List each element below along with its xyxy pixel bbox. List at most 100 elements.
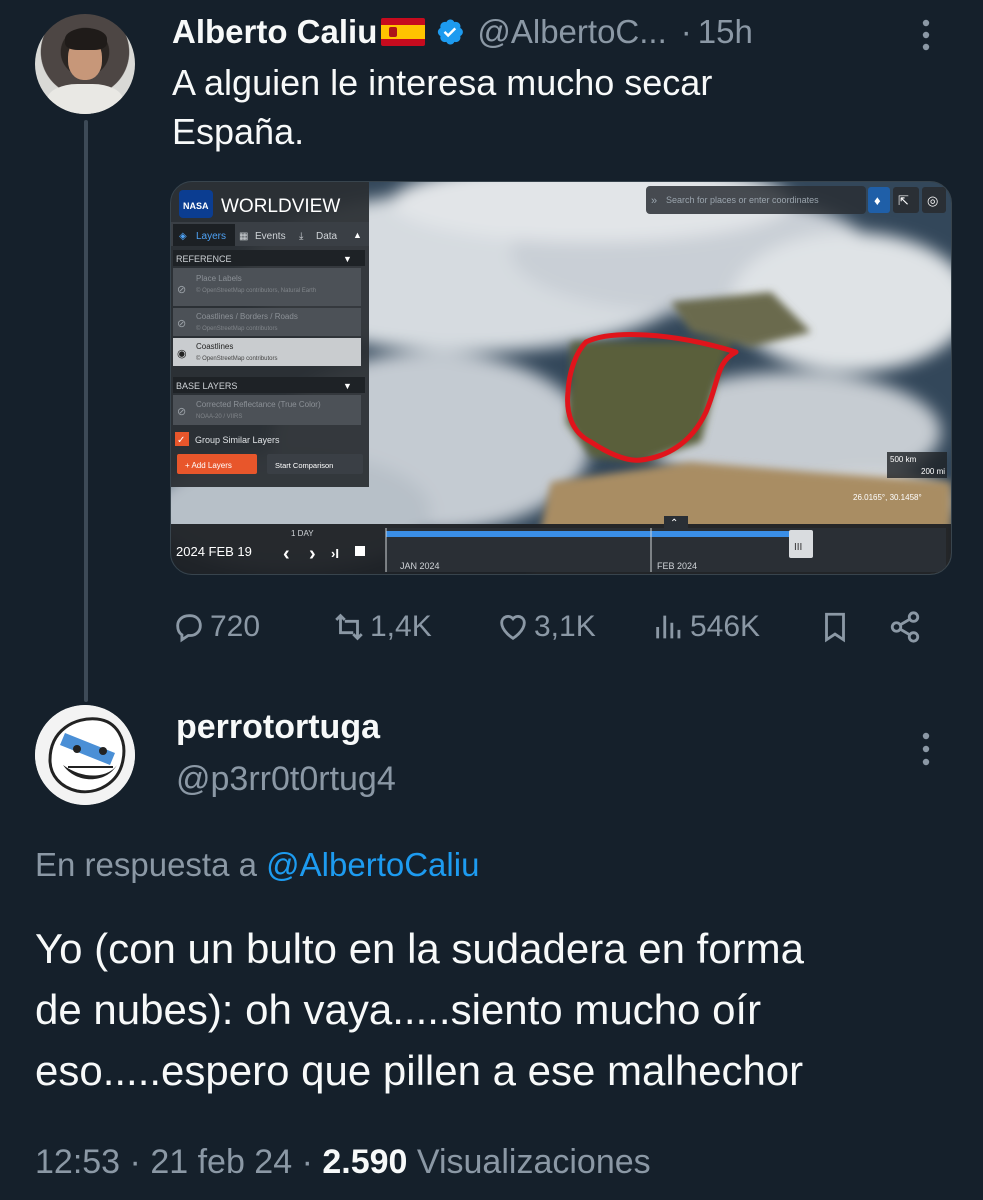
worldview-title: WORLDVIEW [221, 196, 340, 217]
reply-views-count: 2.590 [322, 1143, 408, 1181]
month-label-feb: FEB 2024 [657, 561, 697, 571]
download-icon: ⤓ [299, 231, 304, 242]
layer-source: © OpenStreetMap contributors, Natural Ea… [196, 287, 316, 294]
reply-metadata: 12:53 · 21 feb 24 · 2.590 Visualizacione… [35, 1143, 651, 1182]
reply-text-line: Yo (con un bulto en la sudadera en forma [35, 925, 804, 972]
verified-badge-icon[interactable] [435, 17, 465, 47]
like-count: 3,1K [534, 610, 596, 643]
search-placeholder: Search for places or enter coordinates [666, 195, 819, 205]
month-label-jan: JAN 2024 [400, 561, 440, 571]
reply-count: 720 [210, 610, 261, 643]
meta-separator: · [129, 1143, 141, 1181]
current-date[interactable]: 2024 FEB 19 [176, 544, 252, 559]
layer-item[interactable]: ⊘ Place Labels © OpenStreetMap contribut… [173, 268, 361, 306]
hidden-eye-icon[interactable]: ⊘ [177, 318, 186, 330]
layer-name: Coastlines [196, 342, 233, 351]
animation-camera-icon[interactable] [355, 546, 365, 556]
reference-heading: REFERENCE [176, 254, 232, 264]
tweet-time[interactable]: 15h [698, 13, 753, 51]
layer-item[interactable]: ◉ Coastlines © OpenStreetMap contributor… [173, 338, 361, 366]
tweet-text-line: A alguien le interesa mucho secar [172, 62, 713, 103]
author-handle[interactable]: @AlbertoC... [477, 13, 666, 51]
reply-context: En respuesta a @AlbertoCaliu [35, 846, 479, 884]
more-options-icon[interactable] [914, 730, 938, 768]
timeline-interval: 1 DAY [291, 529, 314, 538]
author-name[interactable]: Alberto Caliu [172, 13, 377, 51]
layer-name: Coastlines / Borders / Roads [196, 312, 298, 321]
views-chart-icon [656, 615, 681, 639]
search-chevron-icon: » [651, 195, 657, 207]
scale-km: 500 km [890, 455, 917, 464]
bookmark-icon [825, 612, 845, 643]
chevron-up-icon: ⌃ [670, 518, 678, 529]
next-day-icon[interactable]: › [309, 543, 316, 565]
base-dropdown-icon[interactable]: ▼ [343, 381, 352, 391]
base-heading: BASE LAYERS [176, 381, 237, 391]
author-avatar[interactable] [35, 14, 135, 114]
reply-time[interactable]: 12:53 [35, 1143, 120, 1181]
reply-text: Yo (con un bulto en la sudadera en forma… [35, 918, 965, 1101]
hidden-eye-icon[interactable]: ⊘ [177, 284, 186, 296]
thread-connector-line [84, 120, 88, 702]
retweet-icon [335, 613, 363, 641]
layer-source: © OpenStreetMap contributors [196, 325, 277, 332]
share-icon: ⇱ [898, 193, 909, 208]
layer-name: Place Labels [196, 274, 242, 283]
share-nodes-icon [890, 611, 920, 643]
location-pin-icon: ♦ [874, 193, 881, 208]
tab-data-label[interactable]: Data [316, 231, 338, 242]
scale-mi: 200 mi [921, 467, 945, 476]
like-button[interactable]: 3,1K [496, 598, 596, 656]
tweet-image[interactable]: » Search for places or enter coordinates… [170, 181, 952, 575]
reply-author-handle[interactable]: @p3rr0t0rtug4 [176, 760, 396, 799]
tab-layers-label: Layers [196, 231, 226, 242]
reply-prefix: En respuesta a [35, 846, 257, 883]
reply-author-name[interactable]: perrotortuga [176, 708, 380, 747]
more-options-icon[interactable] [914, 18, 938, 52]
views-button[interactable]: 546K [652, 598, 760, 656]
tweet-text-line: España. [172, 111, 305, 152]
layer-source: © OpenStreetMap contributors [196, 355, 277, 362]
reply-text-line: eso.....espero que pillen a ese malhecho… [35, 1047, 804, 1094]
start-comparison-label: Start Comparison [275, 461, 333, 470]
reference-dropdown-icon[interactable]: ▼ [343, 254, 352, 264]
nasa-badge-text: NASA [183, 201, 209, 211]
group-similar-label: Group Similar Layers [195, 435, 280, 445]
reply-views-label: Visualizaciones [416, 1143, 651, 1181]
reply-text-line: de nubes): oh vaya.....siento mucho oír [35, 986, 762, 1033]
retweet-button[interactable]: 1,4K [332, 598, 432, 656]
add-layers-label: + Add Layers [185, 461, 232, 470]
tweet-header: Alberto Caliu @AlbertoC... · 15h [172, 12, 753, 52]
globe-icon: ◎ [927, 193, 938, 208]
layer-item[interactable]: ⊘ Corrected Reflectance (True Color) NOA… [173, 395, 361, 425]
layer-source: NOAA-20 / VIIRS [196, 414, 242, 420]
hidden-eye-icon[interactable]: ⊘ [177, 406, 186, 418]
checkmark-icon: ✓ [177, 435, 185, 446]
reply-icon [176, 614, 202, 643]
meta-separator: · [301, 1143, 313, 1181]
spain-flag-icon [381, 18, 426, 46]
bookmark-button[interactable] [818, 598, 852, 656]
share-tweet-button[interactable] [888, 598, 922, 656]
calendar-icon: ▦ [239, 231, 248, 242]
views-count: 546K [690, 610, 761, 643]
grip-icon: III [794, 542, 802, 553]
eye-icon[interactable]: ◉ [177, 348, 187, 360]
layer-item[interactable]: ⊘ Coastlines / Borders / Roads © OpenStr… [173, 308, 361, 336]
reply-date[interactable]: 21 feb 24 [150, 1143, 292, 1181]
separator-dot: · [680, 13, 692, 50]
retweet-count: 1,4K [370, 610, 432, 643]
jump-to-now-icon[interactable]: ›I [331, 546, 339, 561]
tweet-text: A alguien le interesa mucho secar España… [172, 58, 892, 156]
tab-events-label[interactable]: Events [255, 231, 286, 242]
heart-icon [500, 615, 526, 641]
reply-author-avatar[interactable] [35, 705, 135, 805]
reply-button[interactable]: 720 [172, 598, 260, 656]
reply-to-link[interactable]: @AlbertoCaliu [266, 846, 479, 883]
layers-icon: ◈ [179, 231, 187, 242]
tweet-actions: 720 1,4K 3,1K 546K [172, 598, 932, 656]
prev-day-icon[interactable]: ‹ [283, 543, 290, 565]
collapse-icon[interactable]: ▲ [353, 230, 362, 240]
layer-name: Corrected Reflectance (True Color) [196, 400, 321, 409]
coordinates-readout: 26.0165°, 30.1458° [853, 493, 922, 502]
